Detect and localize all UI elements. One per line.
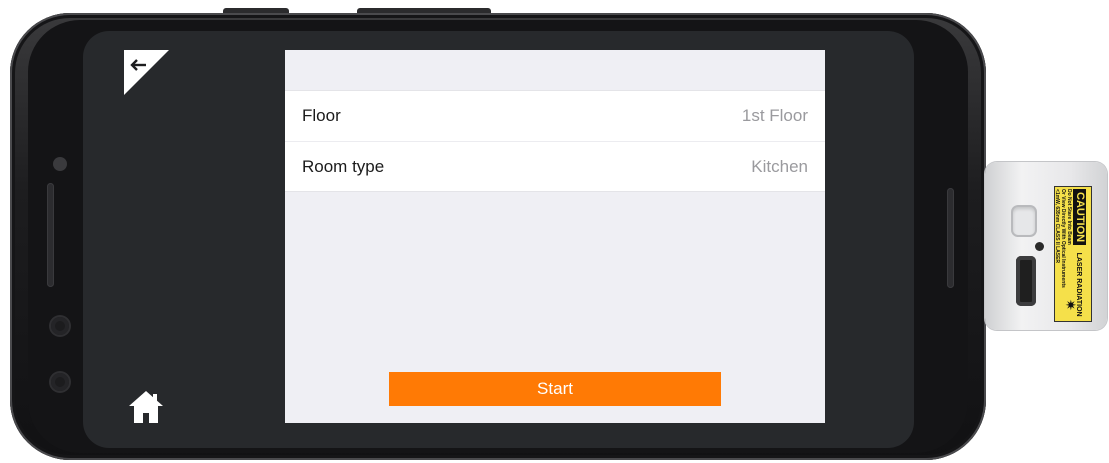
speaker-right [947, 188, 954, 288]
front-camera [53, 157, 67, 171]
laser-module: CAUTION LASER RADIATION Do Not Stare Int… [985, 162, 1109, 332]
speaker-left [47, 183, 54, 287]
start-button[interactable]: Start [389, 372, 721, 406]
device-mockup: Floor 1st Floor Room type Kitchen Start … [0, 0, 1109, 463]
sensor-2 [51, 373, 69, 391]
status-led [1035, 242, 1044, 251]
back-button[interactable] [124, 50, 169, 95]
room-type-value: Kitchen [751, 156, 808, 176]
caution-heading: CAUTION [1073, 189, 1086, 246]
app-panel: Floor 1st Floor Room type Kitchen Start [285, 50, 825, 423]
caution-line-3: <1mW, 635nm CLASS II LASER [1054, 189, 1060, 264]
room-type-label: Room type [302, 156, 385, 176]
floor-value: 1st Floor [741, 106, 808, 125]
floor-label: Floor [302, 106, 341, 125]
floor-row[interactable]: Floor 1st Floor [285, 91, 825, 141]
sensor-1 [51, 317, 69, 335]
back-arrow-icon [124, 50, 169, 95]
laser-trigger-button [1013, 207, 1035, 235]
home-button[interactable] [127, 389, 165, 425]
usb-port [1016, 256, 1036, 306]
settings-list: Floor 1st Floor Room type Kitchen [285, 90, 825, 192]
caution-label: CAUTION LASER RADIATION Do Not Stare Int… [1054, 186, 1092, 322]
laser-warning-icon: ✷ [1065, 297, 1077, 313]
home-icon [129, 391, 163, 423]
room-type-row[interactable]: Room type Kitchen [285, 141, 825, 191]
